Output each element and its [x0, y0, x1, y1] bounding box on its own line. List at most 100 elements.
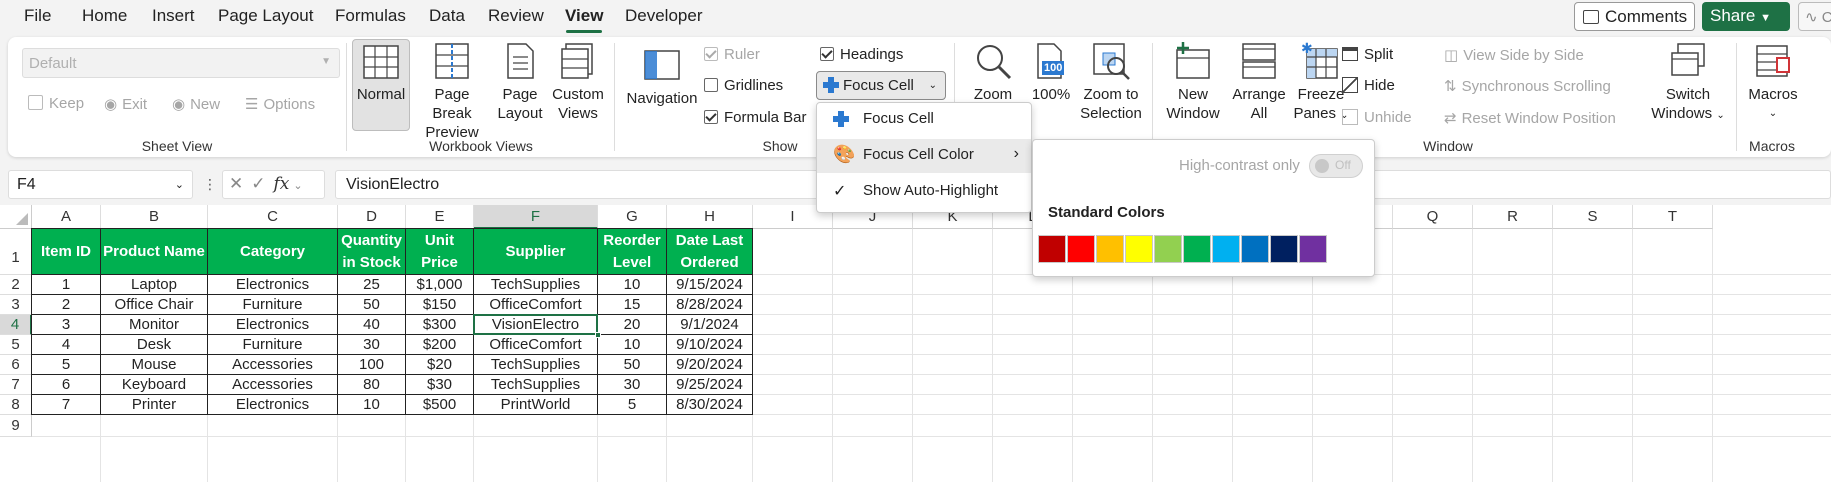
color-swatch[interactable] [1299, 235, 1327, 263]
table-cell[interactable]: PrintWorld [474, 395, 598, 415]
table-cell[interactable]: OfficeComfort [474, 295, 598, 315]
table-cell[interactable]: Keyboard [101, 375, 208, 395]
table-cell[interactable]: 50 [598, 355, 667, 375]
column-header-s[interactable]: S [1553, 205, 1633, 229]
tab-formulas[interactable]: Formulas [335, 6, 406, 26]
table-cell[interactable]: 3 [32, 315, 101, 335]
header-cell[interactable]: Unit Price [406, 229, 474, 275]
row-header-7[interactable]: 7 [0, 375, 32, 395]
header-cell[interactable]: Item ID [32, 229, 101, 275]
row-header-6[interactable]: 6 [0, 355, 32, 375]
view-side-by-side-button[interactable]: ◫ View Side by Side [1444, 46, 1584, 64]
table-cell[interactable]: 8/28/2024 [667, 295, 753, 315]
table-cell[interactable]: 5 [32, 355, 101, 375]
table-cell[interactable]: Accessories [208, 355, 338, 375]
column-header-b[interactable]: B [101, 205, 208, 229]
color-swatch[interactable] [1067, 235, 1095, 263]
table-cell[interactable]: TechSupplies [474, 355, 598, 375]
table-cell[interactable]: Electronics [208, 315, 338, 335]
show-auto-highlight-menu-item[interactable]: ✓ Show Auto-Highlight [817, 175, 1031, 209]
options-button[interactable]: ☰ Options [245, 95, 315, 113]
table-cell[interactable]: TechSupplies [474, 375, 598, 395]
color-swatch[interactable] [1183, 235, 1211, 263]
color-swatch[interactable] [1038, 235, 1066, 263]
page-layout-view-button[interactable]: Page Layout [495, 41, 545, 123]
table-cell[interactable]: Printer [101, 395, 208, 415]
more-options-icon[interactable]: ⋮ [203, 176, 217, 193]
column-header-g[interactable]: G [598, 205, 667, 229]
header-cell[interactable]: Reorder Level [598, 229, 667, 275]
color-swatch[interactable] [1241, 235, 1269, 263]
normal-view-button[interactable]: Normal [352, 39, 410, 131]
table-cell[interactable]: 20 [598, 315, 667, 335]
table-cell[interactable]: $150 [406, 295, 474, 315]
hide-button[interactable]: Hide [1342, 77, 1395, 94]
table-cell[interactable]: $20 [406, 355, 474, 375]
color-swatch[interactable] [1270, 235, 1298, 263]
row-header-3[interactable]: 3 [0, 295, 32, 315]
table-cell[interactable]: 9/10/2024 [667, 335, 753, 355]
table-cell[interactable]: 30 [598, 375, 667, 395]
select-all-corner[interactable] [0, 205, 32, 229]
table-cell[interactable]: Electronics [208, 395, 338, 415]
exit-button[interactable]: ◉ Exit [104, 95, 147, 113]
color-swatch[interactable] [1212, 235, 1240, 263]
table-cell[interactable]: OfficeComfort [474, 335, 598, 355]
table-cell[interactable]: 30 [338, 335, 406, 355]
column-header-f[interactable]: F [474, 205, 598, 229]
header-cell[interactable]: Category [208, 229, 338, 275]
ruler-checkbox[interactable]: Ruler [704, 46, 760, 63]
column-header-d[interactable]: D [338, 205, 406, 229]
table-cell[interactable]: 9/25/2024 [667, 375, 753, 395]
tab-view[interactable]: View [565, 6, 603, 26]
insert-function-icon[interactable]: fx [274, 174, 290, 194]
headings-checkbox[interactable]: Headings [820, 46, 903, 63]
gridlines-checkbox[interactable]: Gridlines [704, 77, 783, 94]
table-cell[interactable]: 15 [598, 295, 667, 315]
formula-bar-checkbox[interactable]: Formula Bar [704, 109, 807, 126]
synchronous-scrolling-button[interactable]: ⇅ Synchronous Scrolling [1444, 77, 1611, 95]
chevron-down-icon[interactable]: ⌄ [293, 180, 302, 192]
row-header-1[interactable]: 1 [0, 229, 32, 275]
name-box[interactable]: F4 ⌄ [8, 170, 193, 199]
tab-review[interactable]: Review [488, 6, 544, 26]
table-cell[interactable]: Accessories [208, 375, 338, 395]
focus-cell-color-menu-item[interactable]: 🎨 Focus Cell Color › [817, 139, 1031, 173]
page-break-preview-button[interactable]: Page Break Preview [413, 41, 491, 142]
table-cell[interactable]: 5 [598, 395, 667, 415]
row-header-4[interactable]: 4 [0, 315, 32, 335]
table-cell[interactable]: Monitor [101, 315, 208, 335]
focus-cell-menu-item[interactable]: Focus Cell [817, 103, 1031, 137]
color-swatch[interactable] [1125, 235, 1153, 263]
header-cell[interactable]: Supplier [474, 229, 598, 275]
row-header-5[interactable]: 5 [0, 335, 32, 355]
table-cell[interactable]: 25 [338, 275, 406, 295]
custom-views-button[interactable]: Custom Views [548, 41, 608, 123]
activity-button[interactable]: ∿ C [1798, 2, 1831, 31]
focus-cell-dropdown-button[interactable]: Focus Cell ⌄ [816, 71, 946, 100]
table-cell[interactable]: Desk [101, 335, 208, 355]
tab-developer[interactable]: Developer [625, 6, 703, 26]
table-cell[interactable]: 50 [338, 295, 406, 315]
table-cell[interactable]: 4 [32, 335, 101, 355]
zoom-100-button[interactable]: 100 100% [1026, 41, 1076, 104]
tab-page-layout[interactable]: Page Layout [218, 6, 313, 26]
table-cell[interactable]: $300 [406, 315, 474, 335]
tab-home[interactable]: Home [82, 6, 127, 26]
table-cell[interactable]: $500 [406, 395, 474, 415]
column-header-r[interactable]: R [1473, 205, 1553, 229]
tab-insert[interactable]: Insert [152, 6, 195, 26]
table-cell[interactable]: Furniture [208, 335, 338, 355]
table-cell[interactable]: 10 [598, 275, 667, 295]
header-cell[interactable]: Product Name [101, 229, 208, 275]
column-header-a[interactable]: A [32, 205, 101, 229]
column-header-q[interactable]: Q [1393, 205, 1473, 229]
table-cell[interactable]: $30 [406, 375, 474, 395]
split-button[interactable]: Split [1342, 46, 1393, 63]
table-cell[interactable]: 9/15/2024 [667, 275, 753, 295]
header-cell[interactable]: Quantity in Stock [338, 229, 406, 275]
table-cell[interactable]: TechSupplies [474, 275, 598, 295]
column-header-e[interactable]: E [406, 205, 474, 229]
table-cell[interactable]: 100 [338, 355, 406, 375]
share-button[interactable]: Share ▼ [1702, 2, 1790, 31]
